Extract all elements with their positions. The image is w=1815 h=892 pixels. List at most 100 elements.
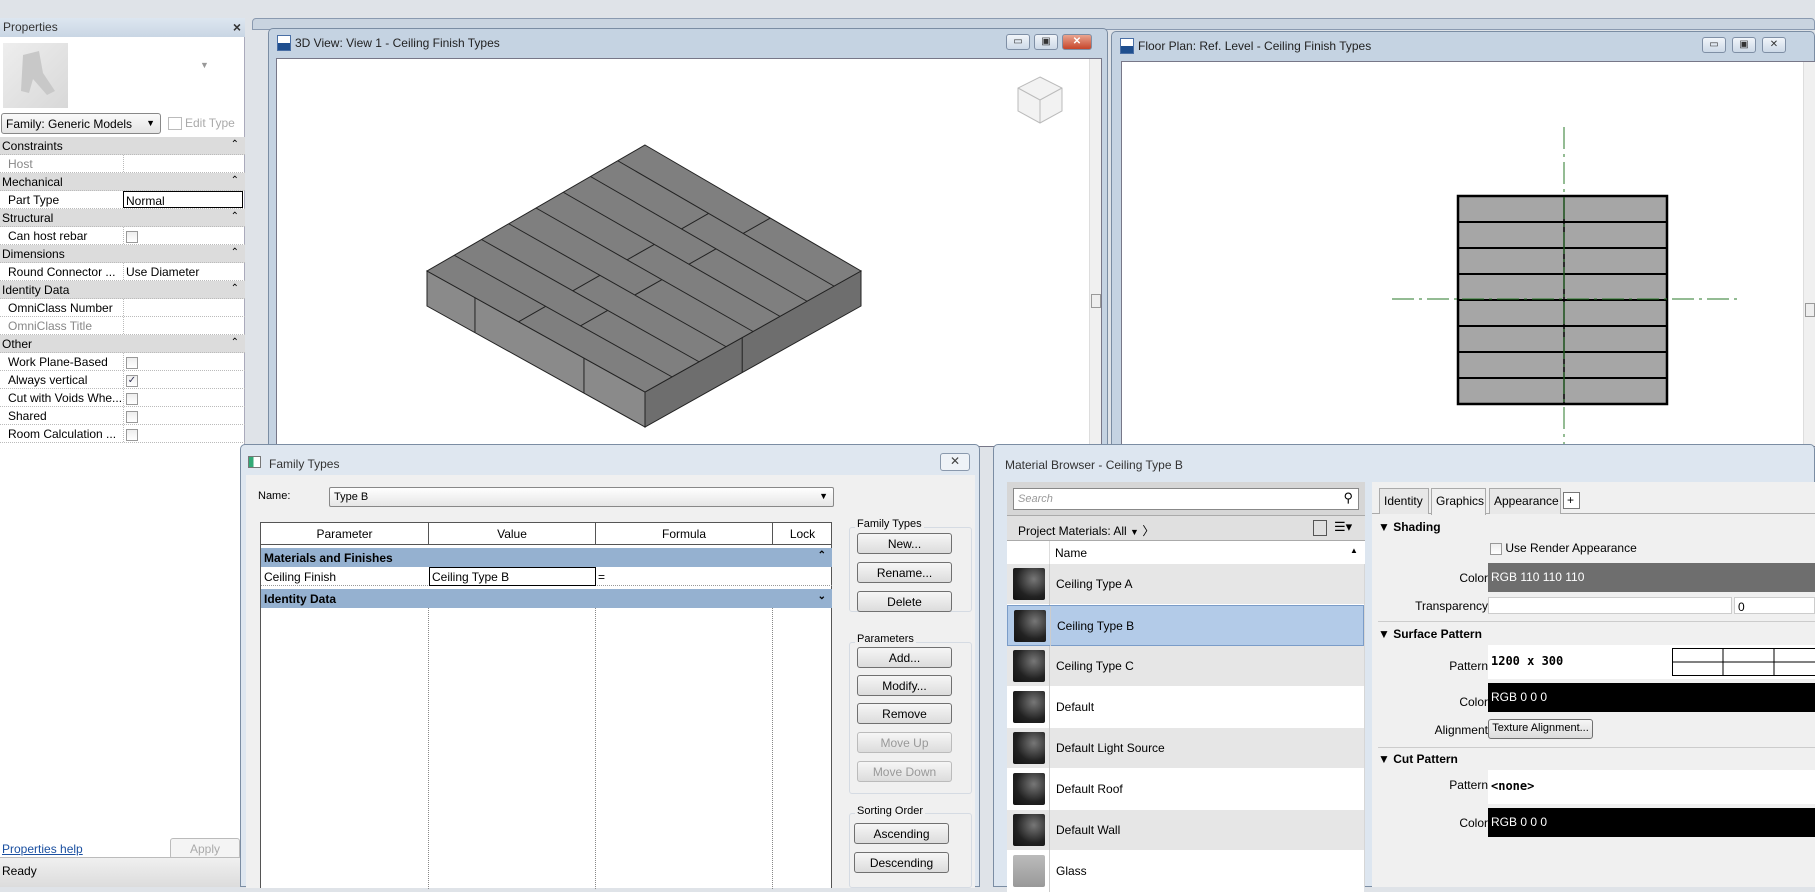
formula-field[interactable]: = [598,570,605,584]
checked-checkbox[interactable]: ✓ [126,375,138,387]
material-list-item[interactable]: Glass [1007,851,1364,892]
checkbox[interactable] [126,357,138,369]
tab-appearance[interactable]: Appearance [1489,488,1561,514]
new-type-button[interactable]: New... [857,533,952,554]
minimize-button[interactable]: ▭ [1006,34,1030,50]
section-identity-data[interactable]: Identity Data⌄ [261,589,832,608]
checkbox[interactable] [126,429,138,441]
property-checkbox-cell[interactable] [123,407,243,424]
cut-pattern-section-header[interactable]: ▼ Cut Pattern [1378,752,1458,766]
material-list-item[interactable]: Default Roof [1007,769,1364,810]
close-icon[interactable]: × [233,19,241,35]
type-name-dropdown[interactable]: Type B▼ [329,487,834,507]
property-group-header[interactable]: Structural⌃ [0,209,245,227]
rename-type-button[interactable]: Rename... [857,562,952,583]
collapse-icon[interactable]: ⌃ [818,550,826,561]
column-header-parameter[interactable]: Parameter [261,523,429,544]
cut-color-swatch[interactable]: RGB 0 0 0 [1488,808,1815,837]
edit-type-button[interactable]: Edit Type [168,116,235,130]
use-render-appearance-checkbox[interactable]: Use Render Appearance [1490,541,1637,555]
column-header-value[interactable]: Value [429,523,596,544]
collapse-icon[interactable]: ⌃ [231,211,239,222]
material-list-item[interactable]: Default Wall [1007,810,1364,851]
property-group-header[interactable]: Constraints⌃ [0,137,245,155]
collapse-icon[interactable]: ⌃ [231,337,239,348]
material-list-item[interactable]: Default Light Source [1007,728,1364,769]
move-up-button[interactable]: Move Up [857,732,952,753]
cut-pattern-field[interactable]: <none> [1488,770,1815,804]
scrollbar-thumb[interactable] [1805,303,1815,317]
close-button[interactable]: ✕ [1062,34,1092,50]
expand-icon[interactable]: ⌄ [818,591,826,602]
surface-color-swatch[interactable]: RGB 0 0 0 [1488,683,1815,712]
property-value[interactable] [123,155,243,172]
tab-identity[interactable]: Identity [1379,488,1429,514]
checkbox[interactable] [126,411,138,423]
search-input[interactable]: Search⚲ [1013,488,1359,510]
add-parameter-button[interactable]: Add... [857,647,952,668]
section-materials-and-finishes[interactable]: Materials and Finishes⌃ [261,548,832,567]
materials-list-header[interactable]: Name▲ [1007,541,1365,564]
property-checkbox-cell[interactable]: ✓ [123,371,243,388]
apply-button[interactable]: Apply [170,838,240,859]
property-checkbox-cell[interactable] [123,389,243,406]
property-value[interactable]: Normal [123,191,243,208]
panel-toggle-icon[interactable] [1313,520,1327,536]
property-value[interactable] [123,317,243,334]
type-selector-dropdown-icon[interactable]: ▼ [200,60,209,70]
shading-section-header[interactable]: ▼ Shading [1378,520,1441,534]
surface-pattern-section-header[interactable]: ▼ Surface Pattern [1378,627,1482,641]
collapse-icon[interactable]: ⌃ [231,175,239,186]
property-checkbox-cell[interactable] [123,425,243,442]
material-list-item[interactable]: Ceiling Type B [1007,605,1364,646]
sort-ascending-button[interactable]: Ascending [854,823,949,844]
close-button[interactable]: ✕ [1762,37,1786,53]
column-header-lock[interactable]: Lock [773,523,832,544]
collapse-icon[interactable]: ⌃ [231,139,239,150]
remove-parameter-button[interactable]: Remove [857,703,952,724]
tab-add[interactable]: + [1563,492,1580,509]
floor-plan-canvas[interactable] [1121,61,1815,447]
property-value[interactable]: Use Diameter [123,263,243,280]
property-value[interactable] [123,299,243,316]
modify-parameter-button[interactable]: Modify... [857,675,952,696]
property-checkbox-cell[interactable] [123,227,243,244]
vertical-scrollbar[interactable] [1089,59,1101,446]
material-list-item[interactable]: Ceiling Type C [1007,646,1364,687]
collapse-icon[interactable]: ⌃ [231,283,239,294]
surface-pattern-field[interactable]: 1200 x 300 [1488,645,1815,679]
project-materials-filter[interactable]: Project Materials: All ▼ 〉 [1018,522,1154,539]
delete-type-button[interactable]: Delete [857,591,952,612]
property-group-header[interactable]: Other⌃ [0,335,245,353]
view-cube-icon[interactable] [1014,73,1066,129]
sort-descending-button[interactable]: Descending [854,852,949,873]
list-view-icon[interactable]: ☰▾ [1334,519,1352,535]
column-header-formula[interactable]: Formula [596,523,773,544]
texture-alignment-button[interactable]: Texture Alignment... [1488,719,1593,739]
properties-help-link[interactable]: Properties help [2,842,83,856]
vertical-scrollbar[interactable] [1803,62,1815,446]
scrollbar-thumb[interactable] [1091,294,1101,308]
checkbox[interactable] [126,231,138,243]
move-down-button[interactable]: Move Down [857,761,952,782]
property-checkbox-cell[interactable] [123,353,243,370]
transparency-input[interactable]: 0 [1734,597,1815,614]
parameter-value-field[interactable]: Ceiling Type B [429,567,596,586]
tab-graphics[interactable]: Graphics [1431,488,1486,515]
maximize-button[interactable]: ▣ [1732,37,1756,53]
property-group-header[interactable]: Mechanical⌃ [0,173,245,191]
material-list-item[interactable]: Default [1007,687,1364,728]
shading-color-swatch[interactable]: RGB 110 110 110 [1488,563,1815,592]
collapse-icon[interactable]: ⌃ [231,247,239,258]
maximize-button[interactable]: ▣ [1034,34,1058,50]
family-selector[interactable]: Family: Generic Models▼ [1,113,161,134]
checkbox[interactable] [1490,543,1502,555]
material-list-item[interactable]: Ceiling Type A [1007,564,1364,605]
3d-view-canvas[interactable] [276,58,1102,447]
close-button[interactable]: ✕ [940,453,970,471]
property-group-header[interactable]: Identity Data⌃ [0,281,245,299]
property-group-header[interactable]: Dimensions⌃ [0,245,245,263]
minimize-button[interactable]: ▭ [1702,37,1726,53]
checkbox[interactable] [126,393,138,405]
transparency-slider[interactable] [1488,597,1732,614]
